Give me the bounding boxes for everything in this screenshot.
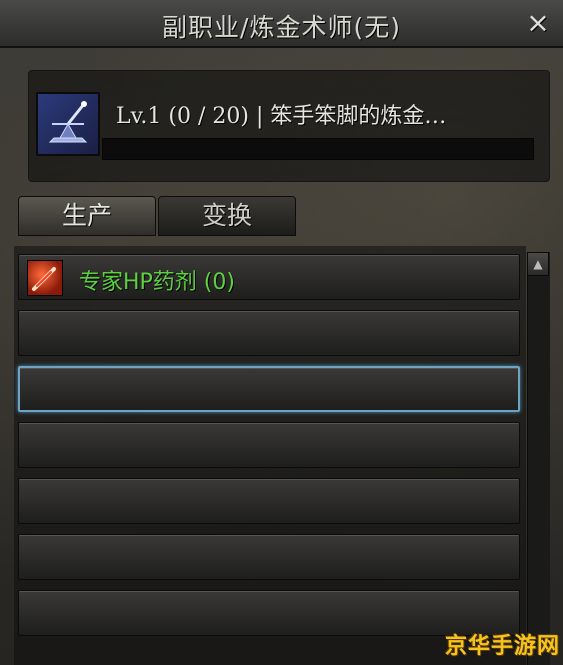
- alchemy-flask-icon: [36, 92, 100, 156]
- tab-production[interactable]: 生产: [18, 196, 156, 236]
- chevron-up-icon: ▲: [533, 257, 543, 271]
- recipe-row-empty-2-selected[interactable]: [18, 366, 520, 412]
- recipe-row-empty-5[interactable]: [18, 534, 520, 580]
- window-title: 副职业/炼金术师(无): [162, 13, 401, 42]
- alchemy-flask-icon-graphic: [48, 101, 88, 143]
- hp-potion-icon-graphic: [32, 267, 56, 291]
- recipe-scrollbar[interactable]: [527, 252, 550, 665]
- alchemy-window: 副职业/炼金术师(无) × Lv.1 (0 / 20) | 笨手笨脚的炼金… 生…: [0, 0, 563, 665]
- exp-progress-bar: [102, 138, 534, 160]
- recipe-name: 专家HP药剂 (0): [79, 270, 235, 295]
- close-button[interactable]: ×: [523, 8, 553, 38]
- title-bar[interactable]: 副职业/炼金术师(无) ×: [0, 0, 563, 48]
- tab-conversion[interactable]: 变换: [158, 196, 296, 236]
- close-icon: ×: [526, 6, 550, 39]
- recipe-row-empty-3[interactable]: [18, 422, 520, 468]
- recipe-row-expert-hp-potion[interactable]: 专家HP药剂 (0): [18, 254, 520, 300]
- scroll-up-button[interactable]: ▲: [527, 252, 549, 276]
- recipe-row-empty-4[interactable]: [18, 478, 520, 524]
- skill-level-text: Lv.1 (0 / 20) | 笨手笨脚的炼金…: [116, 104, 447, 129]
- recipe-row-empty-1[interactable]: [18, 310, 520, 356]
- site-watermark: 京华手游网: [445, 634, 561, 659]
- hp-potion-icon: [27, 260, 63, 296]
